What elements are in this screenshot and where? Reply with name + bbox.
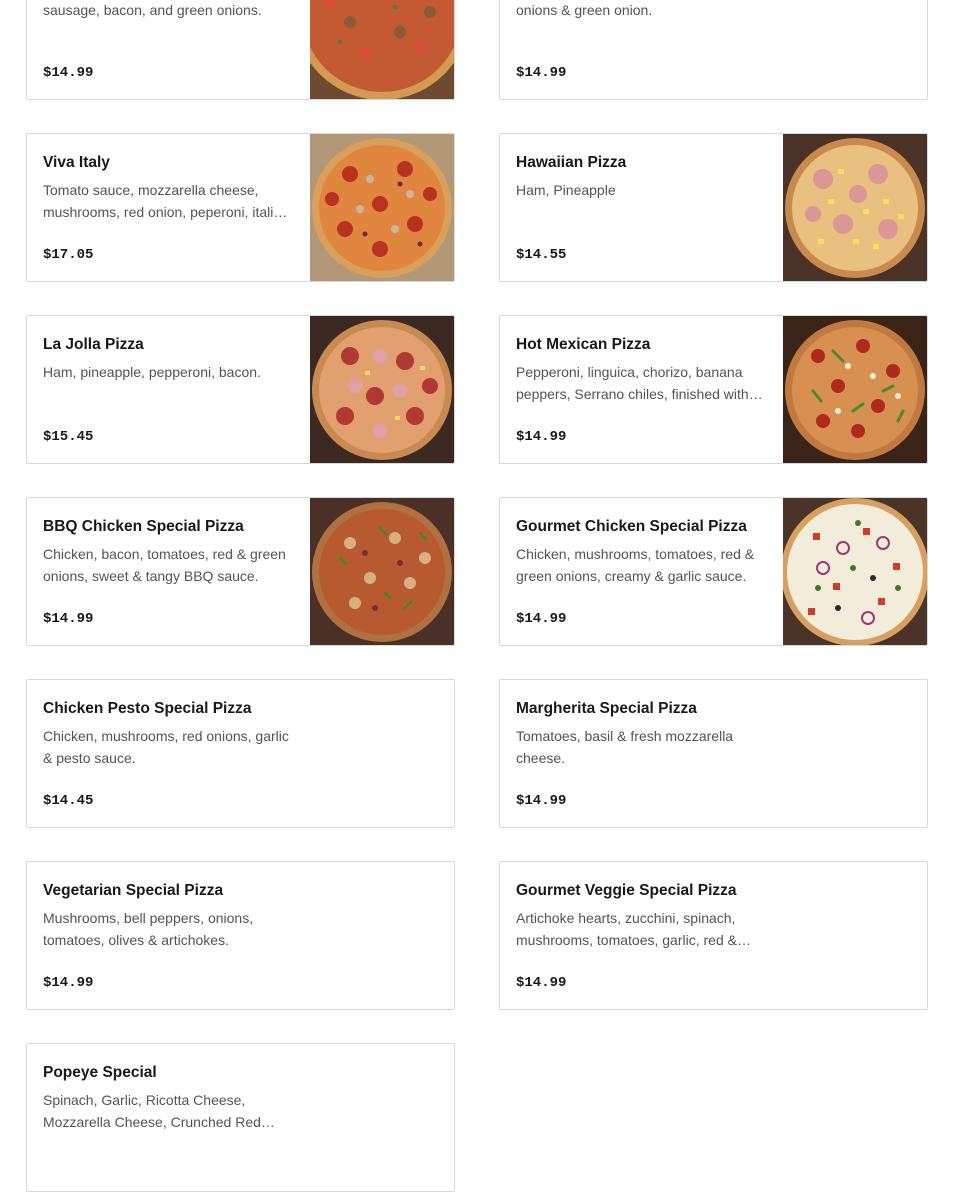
menu-item-card[interactable]: Hot Mexican Pizza Pepperoni, linguica, c… [499, 315, 928, 464]
menu-item-description: Chicken, bacon, tomatoes, red & green on… [43, 546, 286, 584]
menu-item-card[interactable]: Margherita Special Pizza Tomatoes, basil… [499, 679, 928, 828]
menu-item-card[interactable]: Gourmet Chicken Special Pizza Chicken, m… [499, 497, 928, 646]
menu-item-price: $14.99 [516, 65, 567, 81]
menu-item-card[interactable]: Vegetarian Special Pizza Mushrooms, bell… [26, 861, 455, 1010]
menu-item-description: Tomato sauce, mozzarella cheese, mushroo… [43, 182, 289, 220]
menu-item-card[interactable]: Pepperoni, mushrooms, tomatoes, sausage,… [26, 0, 455, 100]
menu-item-description: Mushrooms, bell peppers, onions, tomatoe… [43, 910, 254, 948]
menu-item-name: Gourmet Chicken Special Pizza [516, 518, 747, 535]
menu-item-text: Gourmet Chicken Special Pizza Chicken, m… [516, 517, 768, 587]
menu-item-name: Chicken Pesto Special Pizza [43, 700, 252, 717]
menu-items-grid: Pepperoni, mushrooms, tomatoes, sausage,… [26, 0, 928, 1192]
pizza-photo-hawaiian[interactable] [783, 134, 927, 281]
menu-item-description: Pepperoni, linguica, chorizo, banana pep… [516, 364, 749, 402]
menu-item-card[interactable]: Hawaiian Pizza Ham, Pineapple $14.55 [499, 133, 928, 282]
pizza-photo-la-jolla[interactable] [310, 316, 454, 463]
menu-item-description: Pepperoni, mushrooms, tomatoes, sausage,… [43, 2, 262, 18]
menu-item-text: Margherita Special Pizza Tomatoes, basil… [516, 699, 768, 769]
menu-item-text: Pepperoni, mushrooms, tomatoes, sausage,… [43, 0, 295, 21]
menu-item-price: $14.45 [43, 793, 94, 809]
pizza-photo-gourmet-chicken[interactable] [783, 498, 927, 645]
menu-item-price: $14.99 [43, 975, 94, 991]
menu-item-price: $14.99 [516, 975, 567, 991]
menu-item-description: Tomatoes, basil & fresh mozzarella chees… [516, 728, 734, 766]
menu-item-name: La Jolla Pizza [43, 336, 144, 353]
menu-item-name: Hot Mexican Pizza [516, 336, 651, 353]
menu-item-name: Hawaiian Pizza [516, 154, 627, 171]
menu-item-text: Gourmet Veggie Special Pizza Artichoke h… [516, 881, 768, 951]
menu-item-name: Vegetarian Special Pizza [43, 882, 224, 899]
menu-item-price: $14.99 [43, 65, 94, 81]
menu-item-text: Vegetarian Special Pizza Mushrooms, bell… [43, 881, 295, 951]
menu-item-price: $17.05 [43, 247, 94, 263]
menu-item-card[interactable]: Popeye Special Spinach, Garlic, Ricotta … [26, 1043, 455, 1192]
pizza-photo-supreme[interactable] [310, 0, 454, 99]
menu-item-description: Pepperoni, mushrooms, linguica, sausage,… [516, 2, 653, 18]
menu-item-name: BBQ Chicken Special Pizza [43, 518, 244, 535]
pizza-photo-viva-italy[interactable] [310, 134, 454, 281]
menu-item-name: Gourmet Veggie Special Pizza [516, 882, 737, 899]
menu-item-description: Artichoke hearts, zucchini, spinach, mus… [516, 910, 737, 948]
menu-item-text: Hot Mexican Pizza Pepperoni, linguica, c… [516, 335, 768, 405]
menu-item-description: Ham, pineapple, pepperoni, bacon. [43, 364, 261, 380]
menu-item-price: $14.55 [516, 247, 567, 263]
menu-item-name: Margherita Special Pizza [516, 700, 697, 717]
menu-item-text: La Jolla Pizza Ham, pineapple, pepperoni… [43, 335, 295, 405]
menu-item-price: $14.99 [43, 611, 94, 627]
menu-item-text: BBQ Chicken Special Pizza Chicken, bacon… [43, 517, 295, 587]
pizza-photo-bbq-chicken[interactable] [310, 498, 454, 645]
menu-item-card[interactable]: Chicken Pesto Special Pizza Chicken, mus… [26, 679, 455, 828]
menu-item-card[interactable]: La Jolla Pizza Ham, pineapple, pepperoni… [26, 315, 455, 464]
menu-item-name: Popeye Special [43, 1064, 157, 1081]
menu-item-price: $14.99 [516, 611, 567, 627]
menu-item-card[interactable]: BBQ Chicken Special Pizza Chicken, bacon… [26, 497, 455, 646]
pizza-photo-hot-mexican[interactable] [783, 316, 927, 463]
menu-item-text: Chicken Pesto Special Pizza Chicken, mus… [43, 699, 295, 769]
menu-item-price: $14.99 [516, 793, 567, 809]
menu-item-text: Pepperoni, mushrooms, linguica, sausage,… [516, 0, 906, 21]
menu-item-description: Ham, Pineapple [516, 182, 616, 198]
menu-item-card[interactable]: Pepperoni, mushrooms, linguica, sausage,… [499, 0, 928, 100]
menu-item-text: Hawaiian Pizza Ham, Pineapple [516, 153, 768, 223]
menu-item-card[interactable]: Gourmet Veggie Special Pizza Artichoke h… [499, 861, 928, 1010]
menu-item-text: Popeye Special Spinach, Garlic, Ricotta … [43, 1063, 295, 1133]
menu-item-description: Chicken, mushrooms, tomatoes, red & gree… [516, 546, 755, 584]
menu-item-name: Viva Italy [43, 154, 110, 171]
menu-item-description: Chicken, mushrooms, red onions, garlic &… [43, 728, 289, 766]
menu-item-description: Spinach, Garlic, Ricotta Cheese, Mozzare… [43, 1092, 261, 1130]
menu-item-price: $14.99 [516, 429, 567, 445]
menu-item-text: Viva Italy Tomato sauce, mozzarella chee… [43, 153, 295, 223]
menu-item-price: $15.45 [43, 429, 94, 445]
menu-item-card[interactable]: Viva Italy Tomato sauce, mozzarella chee… [26, 133, 455, 282]
